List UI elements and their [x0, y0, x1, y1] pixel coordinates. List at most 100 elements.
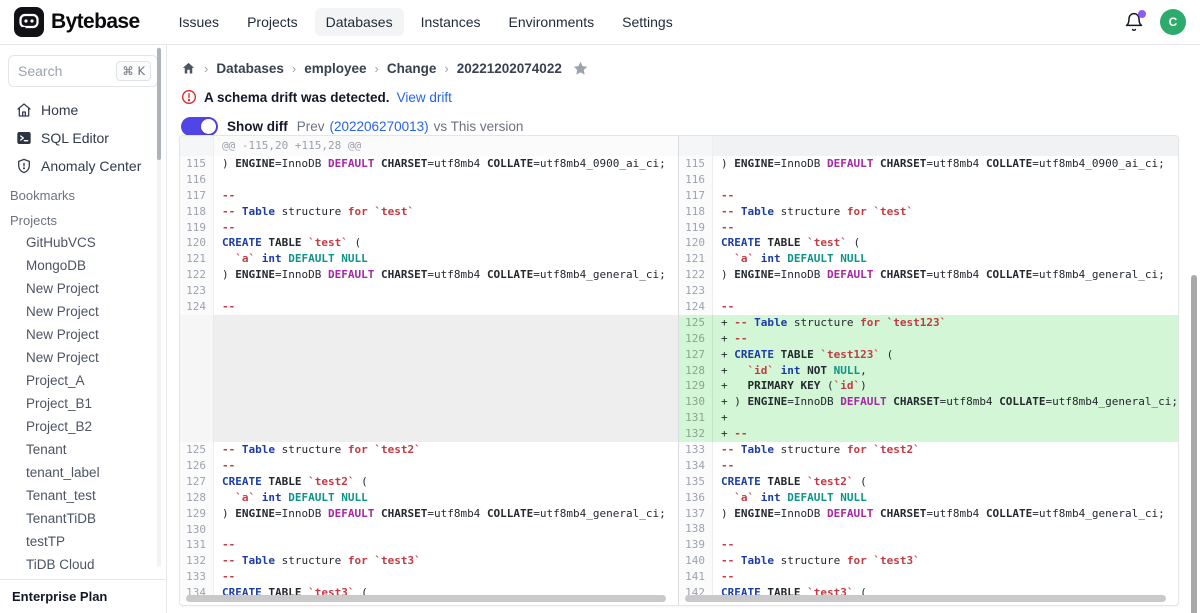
diff-line: 122) ENGINE=InnoDB DEFAULT CHARSET=utf8m…: [180, 267, 678, 283]
line-number: 126: [679, 331, 713, 347]
sidebar-project-item[interactable]: GitHubVCS: [0, 231, 166, 254]
breadcrumb-home-icon[interactable]: [181, 61, 196, 76]
sidebar-project-item[interactable]: MongoDB: [0, 254, 166, 277]
brand-name: Bytebase: [51, 10, 140, 34]
diff-line: 115) ENGINE=InnoDB DEFAULT CHARSET=utf8m…: [180, 156, 678, 172]
avatar[interactable]: C: [1160, 9, 1186, 35]
diff-pane-current: 115) ENGINE=InnoDB DEFAULT CHARSET=utf8m…: [679, 136, 1178, 605]
bookmark-star-icon[interactable]: [572, 60, 589, 77]
breadcrumb-item-20221202074022: 20221202074022: [457, 61, 562, 76]
line-number: 137: [679, 506, 713, 522]
diff-line: 126--: [180, 458, 678, 474]
nav-item-databases[interactable]: Databases: [315, 8, 404, 36]
breadcrumb-separator: ›: [375, 61, 379, 76]
sidebar-project-item[interactable]: TiDB Cloud: [0, 553, 166, 576]
line-number: 124: [679, 299, 713, 315]
line-number: 132: [679, 426, 713, 442]
sidebar-project-item[interactable]: tenant_label: [0, 461, 166, 484]
sidebar-project-item[interactable]: Tenant_test: [0, 484, 166, 507]
nav-item-issues[interactable]: Issues: [168, 8, 230, 36]
sidebar-section-bookmarks: Bookmarks: [0, 181, 166, 206]
sidebar-project-item[interactable]: Project_B1: [0, 392, 166, 415]
sidebar-item-label: SQL Editor: [41, 130, 109, 146]
diff-line: 135CREATE TABLE `test2` (: [679, 474, 1178, 490]
hunk-header-row: @@ -115,20 +115,28 @@: [180, 136, 678, 156]
enterprise-plan-label: Enterprise Plan: [0, 579, 166, 613]
diff-line: 127CREATE TABLE `test2` (: [180, 474, 678, 490]
hunk-header-row: [679, 136, 1178, 156]
alert-text: A schema drift was detected.: [204, 90, 390, 105]
line-number: 118: [679, 204, 713, 220]
hunk-header: @@ -115,20 +115,28 @@: [214, 136, 678, 156]
diff-line: 117--: [180, 188, 678, 204]
diff-line-added: 129+ PRIMARY KEY (`id`): [679, 378, 1178, 394]
sidebar-project-item[interactable]: Project_B2: [0, 415, 166, 438]
line-number: 124: [180, 299, 214, 315]
sidebar-project-item[interactable]: Tenant: [0, 438, 166, 461]
line-number: 134: [679, 458, 713, 474]
diff-line-added: 127+ CREATE TABLE `test123` (: [679, 347, 1178, 363]
sidebar-item-anomaly-center[interactable]: Anomaly Center: [6, 153, 160, 179]
horizontal-scrollbar-left[interactable]: [186, 595, 666, 602]
diff-line: 129) ENGINE=InnoDB DEFAULT CHARSET=utf8m…: [180, 506, 678, 522]
diff-line: 128 `a` int DEFAULT NULL: [180, 490, 678, 506]
sidebar-project-item[interactable]: TenantTiDB: [0, 507, 166, 530]
sidebar-project-item[interactable]: New Project: [0, 277, 166, 300]
sidebar-item-home[interactable]: Home: [6, 97, 160, 123]
nav-item-projects[interactable]: Projects: [236, 8, 309, 36]
line-number: 125: [679, 315, 713, 331]
diff-line: 116: [180, 172, 678, 188]
sidebar-item-sql-editor[interactable]: SQL Editor: [6, 125, 160, 151]
diff-line: 124--: [679, 299, 1178, 315]
diff-line: 140-- Table structure for `test3`: [679, 553, 1178, 569]
main-content: ›Databases›employee›Change›2022120207402…: [167, 45, 1200, 613]
notification-bell-icon[interactable]: [1124, 12, 1144, 32]
terminal-icon: [16, 130, 32, 146]
sidebar-project-item[interactable]: New Project: [0, 323, 166, 346]
diff-toolbar: Show diff Prev (202206270013) vs This ve…: [181, 115, 1200, 137]
home-icon: [16, 102, 32, 118]
search-input[interactable]: [18, 63, 98, 79]
sidebar-project-item[interactable]: testTP: [0, 530, 166, 553]
schema-diff-viewer: @@ -115,20 +115,28 @@ 115) ENGINE=InnoDB…: [179, 135, 1179, 606]
breadcrumb-item-change[interactable]: Change: [387, 61, 437, 76]
line-number: 120: [679, 235, 713, 251]
nav-item-instances[interactable]: Instances: [410, 8, 492, 36]
line-number: 130: [180, 522, 214, 538]
line-number: 131: [180, 537, 214, 553]
diff-line: 133--: [180, 569, 678, 585]
view-drift-link[interactable]: View drift: [397, 90, 452, 105]
line-number: 123: [180, 283, 214, 299]
brand[interactable]: Bytebase: [14, 7, 140, 37]
nav-item-environments[interactable]: Environments: [498, 8, 606, 36]
breadcrumb-item-employee[interactable]: employee: [304, 61, 366, 76]
sidebar-project-item[interactable]: New Project: [0, 346, 166, 369]
diff-line: 123: [679, 283, 1178, 299]
horizontal-scrollbar-right[interactable]: [685, 595, 1166, 602]
prev-version-link[interactable]: (202206270013): [330, 119, 429, 134]
breadcrumb-separator: ›: [444, 61, 448, 76]
line-number: 140: [679, 553, 713, 569]
page-scrollbar-thumb[interactable]: [1191, 275, 1197, 613]
sidebar-item-label: Home: [41, 102, 78, 118]
breadcrumb-separator: ›: [204, 61, 208, 76]
sidebar-project-item[interactable]: New Project: [0, 300, 166, 323]
line-number: 116: [679, 172, 713, 188]
diff-line-added: 126+ --: [679, 331, 1178, 347]
sidebar-project-item[interactable]: Project_A: [0, 369, 166, 392]
line-number: 129: [679, 378, 713, 394]
nav-items: IssuesProjectsDatabasesInstancesEnvironm…: [168, 8, 684, 36]
line-number: 120: [180, 235, 214, 251]
diff-line: 121 `a` int DEFAULT NULL: [180, 251, 678, 267]
nav-item-settings[interactable]: Settings: [611, 8, 684, 36]
sidebar-scrollbar-thumb[interactable]: [157, 48, 161, 160]
line-number: 119: [679, 220, 713, 236]
show-diff-toggle[interactable]: [181, 117, 218, 136]
line-number: 138: [679, 521, 713, 537]
breadcrumb-item-databases[interactable]: Databases: [216, 61, 284, 76]
prev-label: Prev: [297, 119, 325, 134]
alert-circle-icon: [181, 89, 197, 105]
shield-icon: [16, 158, 32, 174]
diff-line: 118-- Table structure for `test`: [180, 204, 678, 220]
line-number: 121: [679, 251, 713, 267]
